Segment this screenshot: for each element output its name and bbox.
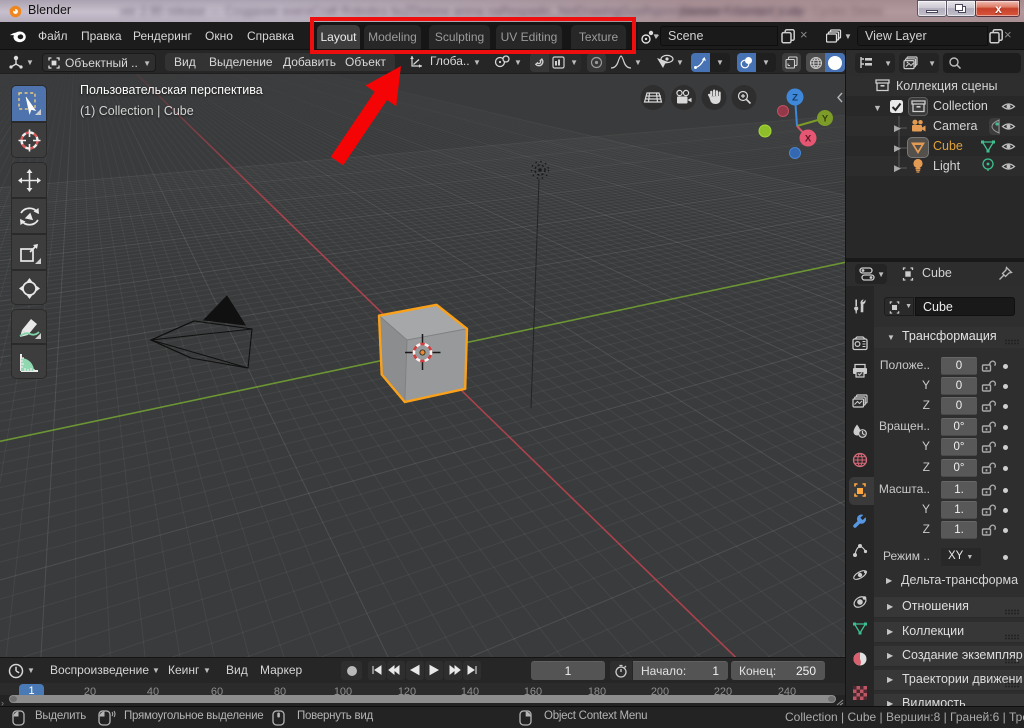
svg-text:Y: Y [822,113,829,124]
svg-text:X: X [805,134,812,145]
svg-text:Z: Z [792,92,798,103]
